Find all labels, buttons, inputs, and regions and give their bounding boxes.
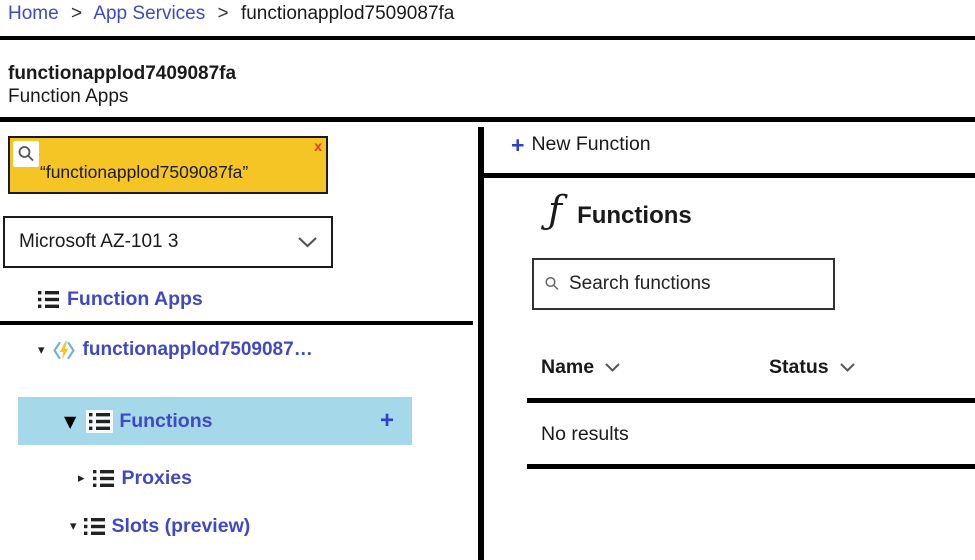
breadcrumb: Home > App Services > functionapplod7509… <box>8 3 454 25</box>
clear-search-icon[interactable]: x <box>314 138 322 154</box>
subscription-dropdown-value: Microsoft AZ-101 3 <box>19 231 178 253</box>
functions-panel-title: ƒ Functions <box>548 190 692 230</box>
expander-down-icon[interactable]: ▼ <box>64 412 76 431</box>
empty-results-message: No results <box>541 423 629 446</box>
column-header-label: Status <box>769 356 829 379</box>
breadcrumb-current: functionapplod7509087fa <box>241 3 454 24</box>
tree-item-label: functionapplod7509087… <box>83 339 313 361</box>
list-icon <box>93 469 114 488</box>
functions-search-box[interactable] <box>532 258 835 310</box>
search-icon <box>13 141 39 167</box>
page-subtitle: Function Apps <box>8 86 128 108</box>
expander-right-icon[interactable]: ▸ <box>78 471 85 486</box>
table-bottom-divider <box>527 464 975 469</box>
column-header-label: Name <box>541 356 594 379</box>
plus-icon: + <box>511 135 524 155</box>
page-title: functionapplod7409087fa <box>8 63 236 85</box>
breadcrumb-home-link[interactable]: Home <box>8 3 59 24</box>
list-icon <box>38 290 59 309</box>
breadcrumb-separator: > <box>71 3 82 24</box>
sort-chevron-icon <box>605 363 620 372</box>
new-function-button[interactable]: + New Function <box>511 133 651 156</box>
function-app-icon <box>52 340 76 361</box>
sidebar-item-function-apps[interactable]: Function Apps <box>38 288 203 311</box>
tree-item-label: Proxies <box>122 467 192 490</box>
list-icon <box>86 410 113 433</box>
sidebar-search-box[interactable]: “functionapplod7509087fa” x <box>8 136 328 194</box>
tree-item-label: Functions <box>119 410 212 433</box>
subscription-dropdown[interactable]: Microsoft AZ-101 3 <box>3 216 333 268</box>
header-divider <box>0 117 975 122</box>
add-function-icon[interactable]: + <box>380 409 394 433</box>
sidebar-search-value: “functionapplod7509087fa” <box>40 162 248 183</box>
azure-functions-page: Home > App Services > functionapplod7509… <box>0 0 975 560</box>
expander-down-icon[interactable]: ▾ <box>38 343 45 358</box>
panel-divider <box>478 127 484 560</box>
functions-search-input[interactable] <box>569 273 823 295</box>
tree-item-function-app[interactable]: ▾ functionapplod7509087… <box>38 339 313 361</box>
table-header-divider <box>527 398 975 403</box>
sidebar-divider <box>0 321 473 325</box>
tree-item-slots[interactable]: ▾ Slots (preview) <box>70 515 250 538</box>
new-function-label: New Function <box>531 133 650 156</box>
sidebar-item-label: Function Apps <box>67 288 203 311</box>
search-icon <box>544 276 560 292</box>
list-icon <box>84 517 105 536</box>
top-divider <box>0 36 975 40</box>
sort-chevron-icon <box>840 363 855 372</box>
new-function-divider <box>484 173 975 178</box>
column-header-name[interactable]: Name <box>541 356 620 379</box>
breadcrumb-app-services-link[interactable]: App Services <box>93 3 205 24</box>
tree-item-functions[interactable]: ▼ Functions + <box>18 397 412 445</box>
tree-item-proxies[interactable]: ▸ Proxies <box>78 467 192 490</box>
column-header-status[interactable]: Status <box>769 356 855 379</box>
chevron-down-icon <box>298 237 317 248</box>
breadcrumb-separator: > <box>218 3 229 24</box>
functions-title-label: Functions <box>577 202 692 230</box>
tree-item-label: Slots (preview) <box>112 515 251 538</box>
function-glyph-icon: ƒ <box>548 190 562 230</box>
expander-down-icon[interactable]: ▾ <box>70 519 77 534</box>
